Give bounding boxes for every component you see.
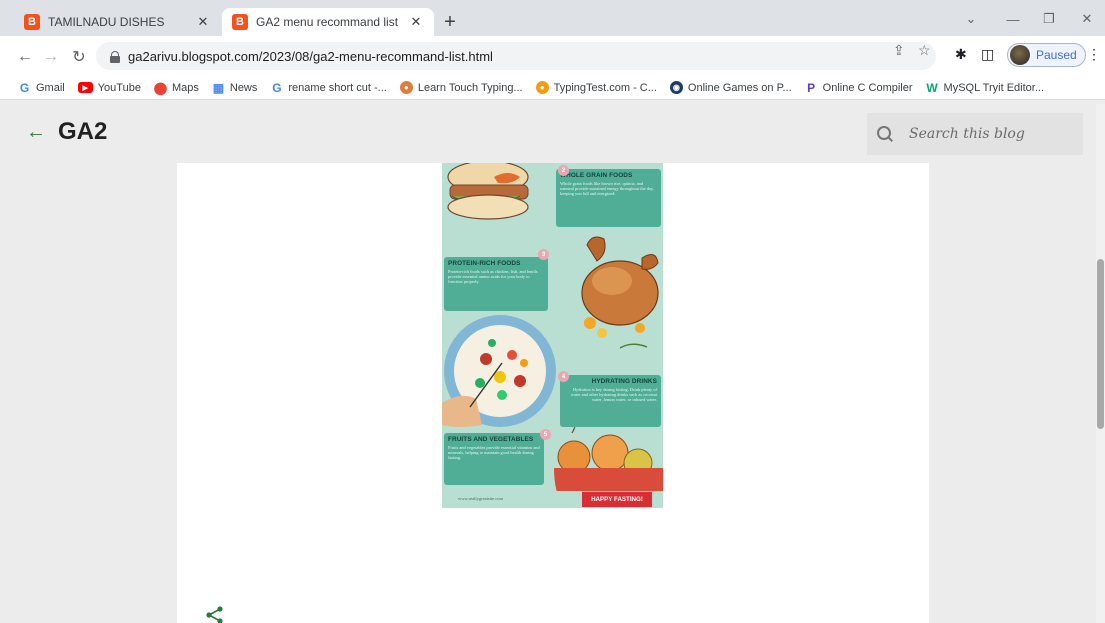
bookmark-online-c-compiler[interactable]: P Online C Compiler <box>805 80 913 95</box>
bookmark-mysql-tryit[interactable]: W MySQL Tryit Editor... <box>926 80 1044 95</box>
footer-url: www.reallygreatsite.com <box>458 496 503 501</box>
scrollbar-thumb[interactable] <box>1097 259 1104 429</box>
bookmark-label: TypingTest.com - C... <box>553 81 657 94</box>
share-icon[interactable] <box>205 606 225 623</box>
google-icon: G <box>272 80 282 95</box>
bookmark-label: YouTube <box>97 81 141 94</box>
w3schools-icon: W <box>926 80 938 95</box>
fasting-menu-infographic[interactable]: WHOLE GRAIN FOODS Whole grain foods like… <box>442 163 663 508</box>
bookmark-label: Learn Touch Typing... <box>417 81 523 94</box>
tab-title: GA2 menu recommand list <box>256 15 399 29</box>
search-box[interactable] <box>867 113 1083 155</box>
lock-icon <box>110 50 120 63</box>
bookmark-label: News <box>229 81 258 94</box>
bookmark-maps[interactable]: ⬤ Maps <box>153 80 199 95</box>
minimize-button[interactable]: — <box>998 8 1028 30</box>
profile-status: Paused <box>1036 48 1077 62</box>
new-tab-button[interactable]: + <box>438 10 462 34</box>
browser-toolbar: ← → ↻ ga2arivu.blogspot.com/2023/08/ga2-… <box>0 36 1105 76</box>
share-page-icon[interactable]: ⇪ <box>893 42 905 59</box>
url-text: ga2arivu.blogspot.com/2023/08/ga2-menu-r… <box>128 48 493 64</box>
bookmarks-bar: G Gmail ▶ YouTube ⬤ Maps ▦ News G rename… <box>0 76 1105 100</box>
blogger-icon: B <box>232 14 248 30</box>
back-arrow-icon[interactable]: ← <box>14 46 36 68</box>
section-protein-rich-foods: PROTEIN-RICH FOODS Protein-rich foods su… <box>444 257 548 311</box>
blog-header: ← GA2 <box>0 101 1105 163</box>
bookmark-gmail[interactable]: G Gmail <box>18 80 65 95</box>
bookmark-online-games[interactable]: ◉ Online Games on P... <box>669 81 792 94</box>
search-input[interactable] <box>909 126 1069 142</box>
bookmark-label: Gmail <box>36 81 65 94</box>
programiz-icon: P <box>807 80 816 95</box>
section-number-badge: 2 <box>558 165 569 176</box>
restore-button[interactable]: ❐ <box>1034 8 1064 30</box>
section-whole-grain-foods: WHOLE GRAIN FOODS Whole grain foods like… <box>556 169 661 227</box>
bookmark-label: Online C Compiler <box>822 81 913 94</box>
google-icon: G <box>19 80 30 95</box>
tab-ga2-menu[interactable]: B GA2 menu recommand list ✕ <box>222 8 434 36</box>
browser-tab-strip: B TAMILNADU DISHES ✕ B GA2 menu recomman… <box>0 0 1105 36</box>
close-icon[interactable]: ✕ <box>408 14 424 30</box>
chevron-down-icon[interactable]: ⌄ <box>956 8 986 30</box>
side-panel-icon[interactable]: ◫ <box>981 46 994 63</box>
bookmark-news[interactable]: ▦ News <box>212 80 258 95</box>
search-icon[interactable] <box>877 126 893 142</box>
address-bar[interactable]: ga2arivu.blogspot.com/2023/08/ga2-menu-r… <box>96 42 936 70</box>
reload-icon[interactable]: ↻ <box>68 46 90 68</box>
bookmark-typingtest[interactable]: ● TypingTest.com - C... <box>535 81 657 94</box>
typing-club-icon: ● <box>399 81 413 94</box>
section-title: FRUITS AND VEGETABLES <box>448 436 534 443</box>
section-hydrating-drinks: HYDRATING DRINKS Hydration is key during… <box>560 375 661 427</box>
salad-plate-illustration <box>442 315 556 427</box>
blogger-icon: B <box>24 14 40 30</box>
profile-button[interactable]: Paused <box>1007 43 1086 67</box>
news-icon: ▦ <box>212 80 225 95</box>
poki-icon: ◉ <box>669 81 683 94</box>
forward-arrow-icon[interactable]: → <box>40 46 62 68</box>
section-body: Protein-rich foods such as chicken, fish… <box>448 269 538 285</box>
page-title[interactable]: GA2 <box>58 118 107 146</box>
section-fruits-and-vegetables: FRUITS AND VEGETABLES Fruits and vegetab… <box>444 433 544 485</box>
tab-tamilnadu-dishes[interactable]: B TAMILNADU DISHES ✕ <box>14 8 221 36</box>
bookmark-touch-typing[interactable]: ● Learn Touch Typing... <box>399 81 523 94</box>
page-scrollbar[interactable] <box>1096 104 1105 623</box>
bookmark-label: rename short cut -... <box>288 81 387 94</box>
infographic-footer: www.reallygreatsite.com HAPPY FASTING! <box>442 491 663 508</box>
section-number-badge: 5 <box>540 429 551 440</box>
sandwich-illustration <box>447 163 529 220</box>
section-title: HYDRATING DRINKS <box>591 378 657 385</box>
close-icon[interactable]: ✕ <box>195 14 211 30</box>
section-body: Whole grain foods like brown rice, quino… <box>560 181 654 197</box>
tab-title: TAMILNADU DISHES <box>48 15 165 29</box>
bookmark-label: MySQL Tryit Editor... <box>943 81 1044 94</box>
section-number-badge: 4 <box>558 371 569 382</box>
bookmark-rename-shortcut[interactable]: G rename short cut -... <box>270 80 387 95</box>
section-body: Hydration is key during fasting. Drink p… <box>570 387 657 403</box>
bookmark-label: Online Games on P... <box>687 81 792 94</box>
section-body: Fruits and vegetables provide essential … <box>448 445 540 461</box>
section-number-badge: 3 <box>538 249 549 260</box>
menu-dots-icon[interactable]: ⋮ <box>1087 46 1101 63</box>
youtube-icon: ▶ <box>77 82 93 93</box>
star-icon[interactable]: ☆ <box>918 42 931 59</box>
avatar <box>1010 45 1030 65</box>
typingtest-icon: ● <box>535 81 549 94</box>
section-title: WHOLE GRAIN FOODS <box>560 172 633 179</box>
happy-fasting-badge: HAPPY FASTING! <box>582 492 652 507</box>
back-arrow-icon[interactable]: ← <box>26 121 46 144</box>
bookmark-youtube[interactable]: ▶ YouTube <box>77 81 141 94</box>
section-title: PROTEIN-RICH FOODS <box>448 260 521 267</box>
bookmark-label: Maps <box>171 81 199 94</box>
roast-chicken-illustration <box>581 236 659 349</box>
maps-icon: ⬤ <box>153 80 168 95</box>
extensions-icon[interactable]: ✱ <box>955 46 967 63</box>
window-close-button[interactable]: ✕ <box>1072 8 1102 30</box>
